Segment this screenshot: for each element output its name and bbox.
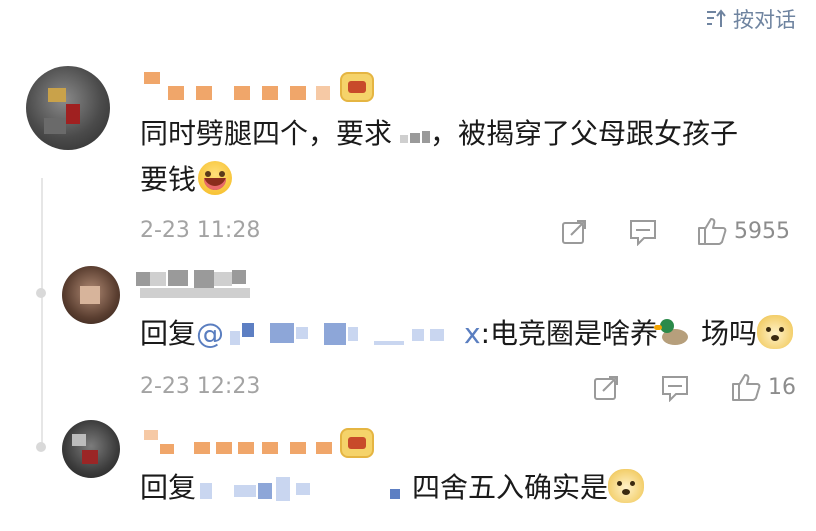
doge-icon: [756, 315, 793, 349]
like-button[interactable]: 16: [730, 372, 796, 402]
sort-toggle[interactable]: 按对话: [705, 4, 796, 34]
like-count: 5955: [734, 218, 790, 244]
comment-icon: [628, 218, 658, 246]
share-icon: [592, 374, 620, 402]
comment-time: 2-23 11:28: [140, 218, 261, 243]
duck-icon: [654, 317, 692, 347]
comment-text-line2: 要钱: [140, 158, 233, 202]
share-button[interactable]: [560, 218, 588, 246]
sort-icon: [705, 9, 727, 29]
avatar[interactable]: [26, 66, 110, 150]
grinning-face-icon: [198, 161, 233, 195]
sort-label: 按对话: [733, 8, 796, 32]
mention-link[interactable]: @ x: [196, 317, 481, 350]
reply-button[interactable]: [628, 218, 658, 246]
doge-icon: [608, 469, 645, 503]
thread-line: [41, 178, 43, 448]
comment-text: 同时劈腿四个，要求 ，被揭穿了父母跟女孩子: [140, 117, 739, 150]
share-icon: [560, 218, 588, 246]
avatar[interactable]: [62, 266, 120, 324]
reply-time: 2-23 12:23: [140, 374, 261, 399]
thumbs-up-icon: [696, 216, 728, 246]
crown-badge-icon: [340, 72, 374, 102]
share-button[interactable]: [592, 374, 620, 402]
thread-dot: [36, 288, 46, 298]
like-count: 16: [768, 374, 796, 400]
like-button[interactable]: 5955: [696, 216, 790, 246]
avatar[interactable]: [62, 420, 120, 478]
reply-text: 回复 四舍五入确实是: [140, 466, 645, 510]
thread-dot: [36, 442, 46, 452]
comment-icon: [660, 374, 690, 402]
thumbs-up-icon: [730, 372, 762, 402]
reply-button[interactable]: [660, 374, 690, 402]
mention-link[interactable]: [196, 473, 412, 503]
reply-text: 回复@ x:电竞圈是啥养 场吗: [140, 312, 793, 356]
crown-badge-icon: [340, 428, 374, 458]
